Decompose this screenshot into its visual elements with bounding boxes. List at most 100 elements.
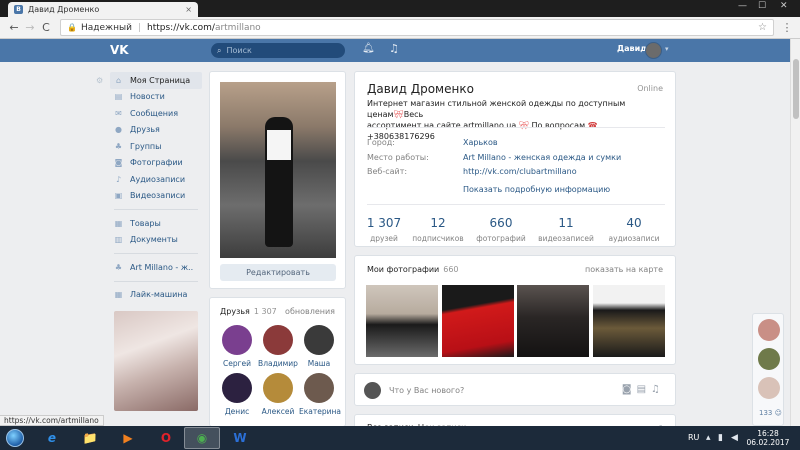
volume-icon[interactable]: ◀ [731, 433, 738, 443]
scrollbar-thumb[interactable] [793, 59, 799, 119]
stat-friends[interactable]: 1 307 друзей [354, 216, 414, 243]
chat-avatar[interactable] [758, 348, 780, 370]
tray-arrow-icon[interactable]: ▴ [706, 433, 711, 443]
forward-icon[interactable]: → [22, 21, 38, 34]
explorer-icon[interactable]: 📁 [72, 427, 108, 449]
menu-item-video[interactable]: ▣ Видеозаписи [110, 188, 202, 205]
photos-header[interactable]: Мои фотографии 660 [367, 265, 459, 274]
edit-profile-button[interactable]: Редактировать [220, 264, 336, 281]
stat-followers[interactable]: 12 подписчиков [408, 216, 468, 243]
reload-icon[interactable]: C [38, 21, 54, 34]
chevron-down-icon[interactable]: ▾ [665, 45, 669, 53]
menu-divider [114, 209, 198, 210]
browser-menu-icon[interactable]: ⋮ [780, 21, 794, 34]
new-post-input[interactable]: Что у Вас нового? [389, 386, 464, 395]
photo-thumbnail[interactable] [442, 285, 514, 357]
friend-item[interactable]: Владимир [258, 325, 298, 368]
camera-icon[interactable]: ◙ [622, 384, 637, 395]
vk-logo[interactable]: VK [110, 43, 132, 57]
word-icon[interactable]: W [222, 427, 258, 449]
friends-icon: ● [115, 125, 122, 135]
photos-icon: ◙ [114, 158, 123, 168]
music-note-icon[interactable]: ♫ [651, 384, 665, 395]
avatar [222, 373, 252, 403]
show-more-info-link[interactable]: Показать подробную информацию [463, 185, 610, 194]
ribbon-icon: 🎀︎ [393, 110, 404, 119]
menu-item-news[interactable]: ▤ Новости [110, 89, 202, 106]
page-scrollbar[interactable] [790, 39, 800, 426]
photo-thumbnail[interactable] [517, 285, 589, 357]
work-value[interactable]: Art Millano - женская одежда и сумки [463, 153, 621, 162]
secure-label: Надежный [80, 22, 132, 33]
back-icon[interactable]: ← [6, 21, 22, 34]
menu-settings-icon[interactable]: ⚙ [96, 76, 103, 85]
chat-count[interactable]: 133 ☺ [759, 409, 782, 417]
menu-item-group[interactable]: ♣ Art Millano - ж.. [110, 259, 202, 276]
phone-icon: ☎ [587, 121, 598, 130]
header-user-name[interactable]: Давид [617, 44, 647, 53]
video-icon[interactable]: ▤ [637, 384, 651, 395]
stat-photos[interactable]: 660 фотографий [471, 216, 531, 243]
music-note-icon[interactable]: ♫ [389, 42, 399, 55]
photo-thumbnail[interactable] [593, 285, 665, 357]
profile-status[interactable]: Интернет магазин стильной женской одежды… [367, 98, 647, 142]
profile-photo-card: Редактировать [209, 71, 346, 289]
friend-name: Владимир [258, 359, 298, 368]
city-value[interactable]: Харьков [463, 138, 498, 147]
menu-label: Лайк-машина [130, 290, 188, 300]
network-icon[interactable]: ▮ [718, 433, 723, 443]
post-attachments: ◙▤♫ [622, 384, 665, 395]
show-on-map-link[interactable]: показать на карте [585, 265, 663, 274]
menu-item-audio[interactable]: ♪ Аудиозаписи [110, 171, 202, 188]
stat-videos[interactable]: 11 видеозаписей [536, 216, 596, 243]
stat-audio[interactable]: 40 аудиозаписи [604, 216, 664, 243]
stat-label: видеозаписей [538, 234, 594, 243]
vk-search-input[interactable]: ⌕ Поиск [211, 43, 345, 58]
maximize-icon[interactable]: ☐ [758, 1, 766, 11]
menu-item-friends[interactable]: ● Друзья [110, 122, 202, 139]
tab-title: Давид Дроменко [28, 5, 100, 14]
window-close-icon[interactable]: ✕ [780, 1, 788, 11]
browser-tab[interactable]: В Давид Дроменко × [8, 2, 198, 17]
friends-header[interactable]: Друзья 1 307 [220, 307, 277, 316]
friend-item[interactable]: Денис [217, 373, 257, 416]
start-button[interactable] [2, 427, 28, 449]
friends-updates-link[interactable]: обновления [285, 307, 335, 316]
header-avatar[interactable] [645, 42, 662, 59]
language-indicator[interactable]: RU [688, 433, 699, 442]
app-grid-icon: ▦ [114, 290, 123, 300]
docs-icon: ▥ [114, 235, 123, 245]
friend-item[interactable]: Сергей [217, 325, 257, 368]
menu-label: Фотографии [130, 158, 183, 168]
menu-item-groups[interactable]: ♣ Группы [110, 138, 202, 155]
notifications-bell-icon[interactable]: 🔔︎ [362, 43, 375, 54]
friend-item[interactable]: Екатерина [299, 373, 341, 416]
messages-icon: ✉ [115, 108, 122, 118]
menu-item-my-page[interactable]: ⌂ Моя Страница [110, 72, 202, 89]
friend-item[interactable]: Маша [299, 325, 339, 368]
ie-icon[interactable]: e [34, 427, 70, 449]
site-value[interactable]: http://vk.com/clubartmillano [463, 167, 577, 176]
chrome-icon[interactable]: ◉ [184, 427, 220, 449]
url-path: artmillano [214, 22, 261, 33]
chat-avatar[interactable] [758, 319, 780, 341]
bookmark-star-icon[interactable]: ☆ [758, 22, 767, 33]
tab-close-icon[interactable]: × [185, 5, 192, 14]
menu-item-app[interactable]: ▦ Лайк-машина [110, 287, 202, 304]
menu-item-goods[interactable]: ▦ Товары [110, 215, 202, 232]
chat-avatar[interactable] [758, 377, 780, 399]
profile-photo[interactable] [220, 82, 336, 258]
left-ad-image[interactable] [114, 311, 198, 411]
news-icon: ▤ [114, 92, 123, 102]
address-bar[interactable]: 🔒 Надежный | https://vk.com/artmillano ☆ [60, 19, 774, 36]
profile-info-card: Давид Дроменко Online Интернет магазин с… [354, 71, 676, 247]
menu-item-messages[interactable]: ✉ Сообщения [110, 105, 202, 122]
opera-icon[interactable]: O [148, 427, 184, 449]
menu-item-documents[interactable]: ▥ Документы [110, 232, 202, 249]
photo-thumbnail[interactable] [366, 285, 438, 357]
media-player-icon[interactable]: ▶ [110, 427, 146, 449]
system-clock[interactable]: 16:28 06.02.2017 [746, 429, 790, 447]
menu-item-photos[interactable]: ◙ Фотографии [110, 155, 202, 172]
minimize-icon[interactable]: — [738, 1, 747, 11]
friend-item[interactable]: Алексей [258, 373, 298, 416]
